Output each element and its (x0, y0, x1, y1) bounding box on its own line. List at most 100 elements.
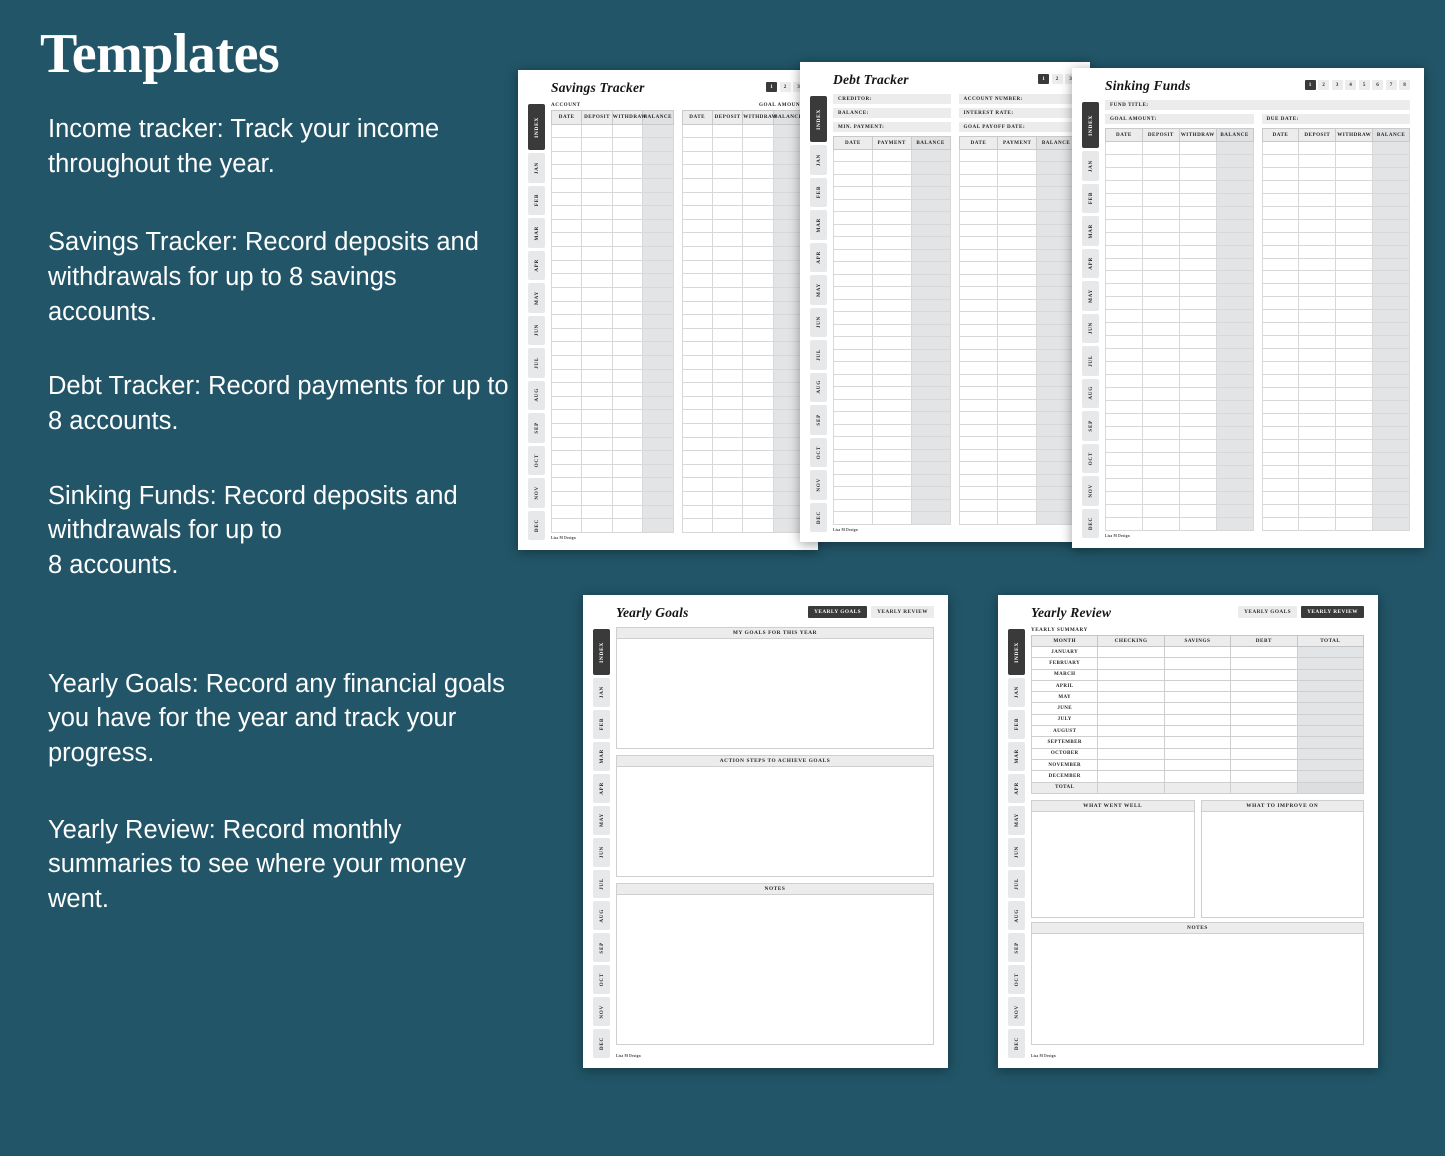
cell-payment[interactable] (871, 148, 912, 163)
cell-date[interactable] (550, 368, 583, 384)
cell-deposit[interactable] (581, 232, 613, 248)
cell-withdraw[interactable] (611, 232, 644, 248)
cell-deposit[interactable] (1141, 503, 1180, 518)
cell-payment[interactable] (871, 198, 912, 213)
table-row[interactable] (681, 246, 805, 261)
cell-withdraw[interactable] (1178, 166, 1217, 181)
goals-section-action-steps-to-achieve-goals[interactable]: ACTION STEPS TO ACHIEVE GOALS (616, 755, 934, 877)
cell-withdraw[interactable] (1335, 283, 1374, 298)
cell-date[interactable] (1105, 283, 1143, 298)
table-row[interactable] (1261, 231, 1410, 246)
cell-balance[interactable] (642, 286, 674, 302)
cell-deposit[interactable] (581, 150, 613, 166)
cell-balance[interactable] (1372, 503, 1410, 518)
summary-row-total[interactable]: TOTAL (1030, 781, 1365, 794)
data-table[interactable]: DATE PAYMENT BALANCE (833, 136, 951, 525)
cell-balance[interactable] (910, 373, 951, 388)
cell-date[interactable] (681, 178, 713, 193)
table-row[interactable] (958, 323, 1076, 338)
rail-tab-aug[interactable]: AUG (810, 372, 827, 402)
cell-balance[interactable] (910, 236, 951, 250)
cell-payment[interactable] (997, 398, 1038, 413)
table-row[interactable] (1105, 296, 1254, 311)
yearly-goals-view-tabs[interactable]: YEARLY GOALS YEARLY REVIEW (808, 605, 934, 618)
cell-withdraw[interactable] (611, 314, 644, 329)
summary-cell-total[interactable] (1296, 736, 1365, 749)
cell-date[interactable] (833, 411, 873, 425)
cell-balance[interactable] (1215, 257, 1254, 272)
cell-date[interactable] (681, 436, 713, 452)
cell-deposit[interactable] (1298, 166, 1337, 181)
page-tab-1[interactable]: 1 (766, 82, 777, 92)
table-row[interactable] (833, 236, 951, 250)
rail-tab-mar[interactable]: MAR (1008, 741, 1025, 771)
cell-balance[interactable] (1215, 387, 1254, 402)
cell-balance[interactable] (910, 198, 951, 213)
rail-tab-dec[interactable]: DEC (1008, 1029, 1025, 1059)
cell-date[interactable] (550, 409, 583, 425)
cell-date[interactable] (958, 311, 999, 325)
cell-date[interactable] (833, 148, 873, 163)
rail-tab-index[interactable]: INDEX (1082, 102, 1099, 148)
table-row[interactable] (550, 137, 674, 152)
cell-balance[interactable] (642, 137, 674, 152)
cell-date[interactable] (833, 473, 873, 488)
cell-date[interactable] (681, 409, 713, 425)
cell-balance[interactable] (1372, 477, 1410, 492)
cell-date[interactable] (958, 486, 999, 500)
month-index-rail[interactable]: INDEX JAN FEB MAR APR MAY JUN JUL AUG SEP OCT NOV DE… (593, 605, 610, 1059)
cell-balance[interactable] (910, 273, 951, 288)
rail-tab-jun[interactable]: JUN (528, 315, 545, 345)
goals-section-notes[interactable]: NOTES (616, 883, 934, 1045)
cell-balance[interactable] (1036, 361, 1076, 375)
cell-withdraw[interactable] (742, 178, 774, 193)
rail-tab-feb[interactable]: FEB (528, 185, 545, 215)
cell-payment[interactable] (997, 298, 1038, 313)
summary-cell-total[interactable] (1296, 758, 1365, 772)
field-interest-rate[interactable]: INTEREST RATE: (958, 108, 1076, 118)
cell-withdraw[interactable] (611, 327, 644, 343)
cell-withdraw[interactable] (611, 286, 644, 302)
cell-deposit[interactable] (1298, 361, 1337, 376)
cell-withdraw[interactable] (742, 218, 774, 234)
cell-balance[interactable] (1215, 322, 1254, 337)
rail-tab-nov[interactable]: NOV (1082, 476, 1099, 506)
cell-deposit[interactable] (581, 137, 613, 152)
cell-date[interactable] (681, 327, 713, 343)
table-row[interactable] (550, 436, 674, 452)
cell-date[interactable] (958, 298, 999, 313)
page-tab-1[interactable]: 1 (1038, 74, 1049, 84)
table-row[interactable] (681, 504, 805, 520)
savings-tables[interactable]: DATE DEPOSIT WITHDRAW BALANCE DATE DEPOSIT WIT… (550, 110, 805, 533)
field-account-number[interactable]: ACCOUNT NUMBER: (958, 94, 1076, 104)
cell-balance[interactable] (910, 148, 951, 163)
cell-balance[interactable] (642, 123, 674, 139)
cell-deposit[interactable] (1298, 335, 1337, 350)
cell-deposit[interactable] (1298, 477, 1337, 492)
cell-date[interactable] (1105, 387, 1143, 402)
summary-cell-debt[interactable] (1230, 645, 1298, 659)
cell-date[interactable] (1261, 296, 1300, 311)
cell-balance[interactable] (910, 386, 951, 400)
cell-balance[interactable] (1036, 223, 1076, 238)
cell-date[interactable] (550, 123, 583, 139)
table-row[interactable] (681, 436, 805, 452)
table-row[interactable] (1261, 477, 1410, 492)
section-body[interactable] (617, 639, 933, 748)
cell-deposit[interactable] (1141, 516, 1180, 532)
cell-balance[interactable] (772, 205, 805, 220)
table-row[interactable] (1261, 464, 1410, 479)
cell-date[interactable] (833, 173, 873, 188)
cell-withdraw[interactable] (611, 354, 644, 370)
cell-deposit[interactable] (1141, 438, 1180, 453)
data-table-wrap[interactable]: DATE DEPOSIT WITHDRAW BALANCE (681, 110, 805, 533)
table-row[interactable] (1261, 400, 1410, 414)
cell-deposit[interactable] (711, 409, 744, 425)
table-row[interactable] (550, 354, 674, 370)
cell-date[interactable] (681, 354, 713, 370)
table-row[interactable] (1261, 166, 1410, 181)
summary-cell-debt[interactable] (1230, 713, 1298, 727)
sinking-fields[interactable]: FUND TITLE: GOAL AMOUNT: DUE DATE: (1105, 100, 1410, 128)
rail-tab-may[interactable]: MAY (528, 283, 545, 313)
section-body[interactable] (617, 767, 933, 876)
